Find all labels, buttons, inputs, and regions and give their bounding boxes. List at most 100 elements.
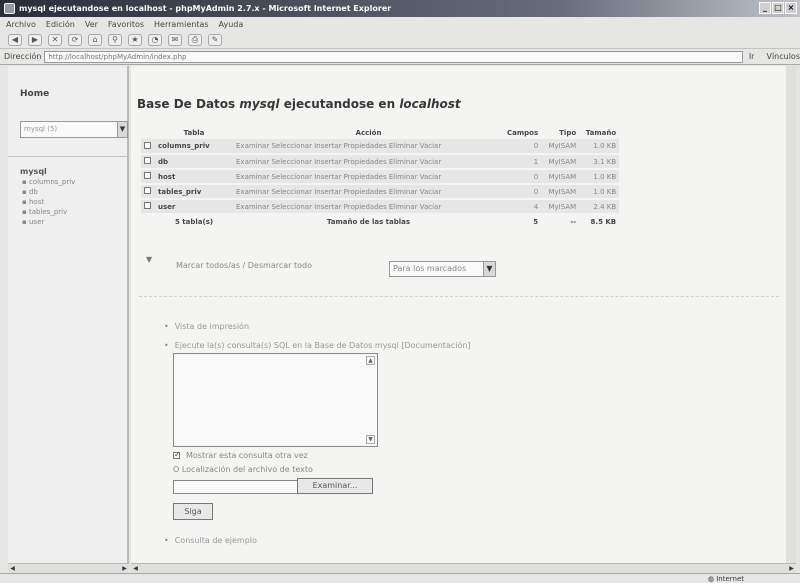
scroll-right-icon[interactable]: ▶ <box>120 564 129 573</box>
table-name[interactable]: columns_priv <box>155 139 233 155</box>
database-name-link[interactable]: mysql <box>20 167 47 176</box>
row-fields: 0 <box>504 169 542 185</box>
go-submit-button[interactable]: Siga <box>173 503 213 520</box>
table-link[interactable]: ▪ host <box>22 197 75 207</box>
history-icon[interactable]: ◔ <box>148 33 162 46</box>
window-title: mysql ejecutandose en localhost - phpMyA… <box>19 4 392 13</box>
scroll-right-icon[interactable]: ▶ <box>787 564 796 573</box>
menu-herramientas[interactable]: Herramientas <box>154 20 209 29</box>
stop-icon[interactable]: ✕ <box>48 33 62 46</box>
file-path-input[interactable] <box>173 480 298 494</box>
table-list: ▪ columns_priv ▪ db ▪ host ▪ tables_priv… <box>22 177 75 227</box>
table-name[interactable]: user <box>155 199 233 215</box>
main-horizontal-scrollbar[interactable]: ◀ ▶ <box>131 563 796 573</box>
page-title: Base De Datos mysql ejecutandose en loca… <box>137 97 461 111</box>
row-size: 2.4 KB <box>579 199 620 215</box>
row-type: MyISAM <box>541 169 580 185</box>
row-fields: 4 <box>504 199 542 215</box>
edit-icon[interactable]: ✎ <box>208 33 222 46</box>
summary-count: 5 tabla(s) <box>174 218 214 226</box>
minimize-button[interactable]: _ <box>759 2 771 14</box>
table-row: host Examinar Seleccionar Insertar Propi… <box>141 169 620 185</box>
table-link[interactable]: ▪ columns_priv <box>22 177 75 187</box>
row-actions[interactable]: Examinar Seleccionar Insertar Propiedade… <box>233 139 504 155</box>
database-select-value: mysql (5) <box>24 125 58 133</box>
title-db: mysql <box>239 97 280 111</box>
close-button[interactable]: × <box>785 2 797 14</box>
forward-icon[interactable]: ▶ <box>28 33 42 46</box>
menu-archivo[interactable]: Archivo <box>6 20 36 29</box>
go-button[interactable]: Ir <box>749 52 755 61</box>
home-icon[interactable]: ⌂ <box>88 33 102 46</box>
left-horizontal-scrollbar[interactable]: ◀ ▶ <box>8 563 129 573</box>
row-checkbox[interactable] <box>144 172 151 179</box>
example-query-link[interactable]: Consulta de ejemplo <box>164 536 257 545</box>
window-titlebar: mysql ejecutandose en localhost - phpMyA… <box>0 0 800 17</box>
menu-ayuda[interactable]: Ayuda <box>219 20 244 29</box>
home-link[interactable]: Home <box>20 89 49 99</box>
row-type: MyISAM <box>541 199 580 215</box>
refresh-icon[interactable]: ⟳ <box>68 33 82 46</box>
chevron-down-icon[interactable]: ▼ <box>483 262 495 276</box>
row-size: 1.0 KB <box>579 139 620 155</box>
table-link[interactable]: ▪ tables_priv <box>22 207 75 217</box>
row-checkbox[interactable] <box>144 202 151 209</box>
menu-edicion[interactable]: Edición <box>46 20 75 29</box>
table-name[interactable]: db <box>155 154 233 170</box>
row-actions[interactable]: Examinar Seleccionar Insertar Propiedade… <box>233 154 504 170</box>
mark-all-link[interactable]: Marcar todos/as / Desmarcar todo <box>176 261 312 270</box>
window-controls: _ □ × <box>759 2 797 14</box>
sql-query-textarea[interactable]: ▲ ▼ <box>173 353 378 447</box>
back-icon[interactable]: ◀ <box>8 33 22 46</box>
table-row: db Examinar Seleccionar Insertar Propied… <box>141 154 620 170</box>
menu-ver[interactable]: Ver <box>85 20 98 29</box>
links-button[interactable]: Vínculos <box>766 52 800 61</box>
scroll-left-icon[interactable]: ◀ <box>8 564 17 573</box>
row-checkbox[interactable] <box>144 157 151 164</box>
database-select[interactable]: mysql (5) ▼ <box>20 121 128 138</box>
table-header-row: Tabla Acción Campos Tipo Tamaño <box>141 127 619 139</box>
scroll-left-icon[interactable]: ◀ <box>131 564 140 573</box>
row-type: MyISAM <box>541 184 580 200</box>
table-icon: ▪ <box>22 208 29 216</box>
maximize-button[interactable]: □ <box>772 2 784 14</box>
table-icon: ▪ <box>22 198 29 206</box>
search-icon[interactable]: ⚲ <box>108 33 122 46</box>
row-fields: 0 <box>504 139 542 155</box>
favorites-icon[interactable]: ★ <box>128 33 142 46</box>
table-link[interactable]: ▪ db <box>22 187 75 197</box>
with-selected-select[interactable]: Para los marcados ▼ <box>389 261 496 277</box>
table-link[interactable]: ▪ user <box>22 217 75 227</box>
summary-label: Tamaño de las tablas <box>326 218 411 226</box>
table-name[interactable]: host <box>155 169 233 185</box>
row-fields: 1 <box>504 154 542 170</box>
table-name[interactable]: tables_priv <box>155 184 233 200</box>
row-actions[interactable]: Examinar Seleccionar Insertar Propiedade… <box>233 184 504 200</box>
chevron-down-icon[interactable]: ▼ <box>117 122 127 137</box>
scroll-up-icon[interactable]: ▲ <box>366 356 375 365</box>
browse-button[interactable]: Examinar... <box>297 478 373 494</box>
row-actions[interactable]: Examinar Seleccionar Insertar Propiedade… <box>233 199 504 215</box>
mail-icon[interactable]: ✉ <box>168 33 182 46</box>
col-tabla: Tabla <box>183 129 205 137</box>
status-bar: ◍ Internet <box>0 573 800 583</box>
row-checkbox[interactable] <box>144 187 151 194</box>
print-view-link[interactable]: Vista de impresión <box>164 322 249 331</box>
menu-favoritos[interactable]: Favoritos <box>108 20 144 29</box>
scroll-down-icon[interactable]: ▼ <box>366 435 375 444</box>
print-icon[interactable]: ⎙ <box>188 33 202 46</box>
section-divider <box>139 296 779 297</box>
show-query-checkbox[interactable] <box>173 450 181 459</box>
row-checkbox[interactable] <box>144 141 151 149</box>
show-query-option: Mostrar esta consulta otra vez <box>173 450 308 460</box>
with-selected-value: Para los marcados <box>393 264 467 273</box>
main-vertical-scrollbar[interactable] <box>786 66 796 563</box>
sql-query-label[interactable]: Ejecute la(s) consulta(s) SQL en la Base… <box>164 341 471 350</box>
col-tipo: Tipo <box>559 129 577 137</box>
tables-table: Tabla Acción Campos Tipo Tamaño columns_… <box>141 127 620 229</box>
row-actions[interactable]: Examinar Seleccionar Insertar Propiedade… <box>233 169 504 185</box>
title-host: localhost <box>399 97 461 111</box>
address-input[interactable]: http://localhost/phpMyAdmin/index.php <box>44 50 743 63</box>
menu-bar: Archivo Edición Ver Favoritos Herramient… <box>0 17 800 31</box>
summary-row: 5 tabla(s) Tamaño de las tablas 5 -- 8.5… <box>141 214 619 229</box>
